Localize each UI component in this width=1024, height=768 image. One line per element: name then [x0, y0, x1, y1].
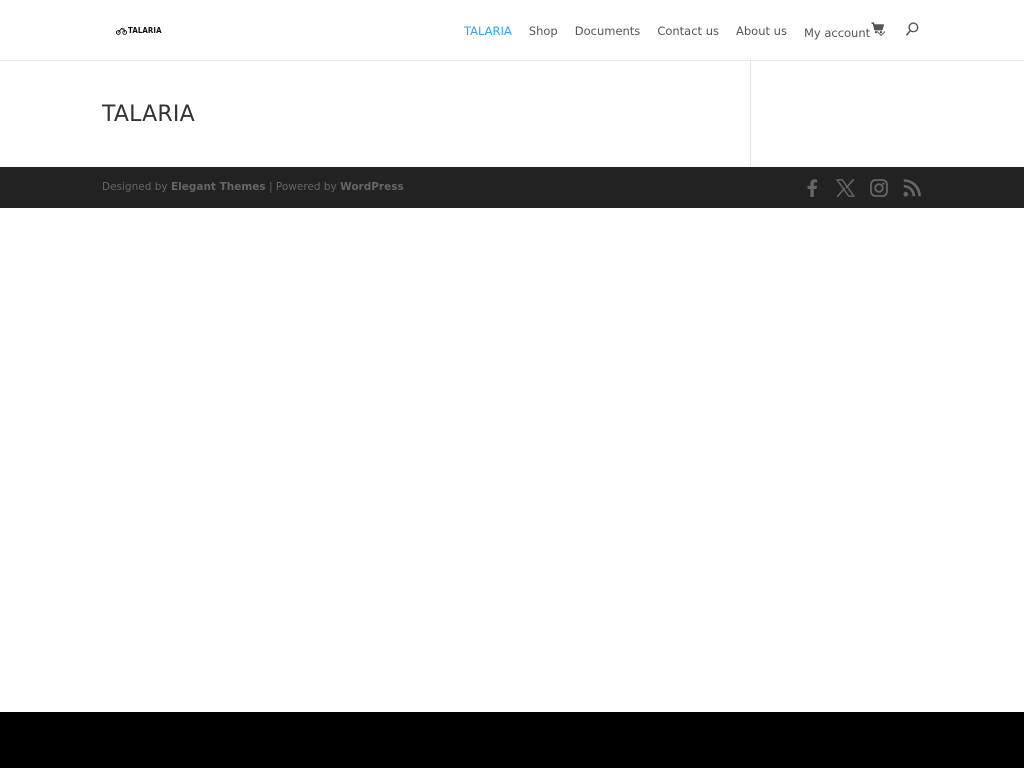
logo-text: TALARIA: [128, 26, 162, 36]
page-title: TALARIA: [102, 102, 195, 127]
nav-item-my-account-label: My account: [803, 25, 871, 40]
search-icon[interactable]: [906, 22, 919, 36]
powered-by-text: Powered by: [275, 181, 337, 193]
nav-item-documents[interactable]: Documents: [575, 24, 641, 38]
nav-item-shop[interactable]: Shop: [529, 24, 558, 38]
bottom-black-bar: [0, 712, 1024, 768]
site-logo[interactable]: TALARIA: [116, 24, 162, 38]
rss-icon[interactable]: [903, 179, 921, 197]
footer-credits: Designed by Elegant Themes | Powered by …: [102, 181, 404, 193]
elegant-themes-link[interactable]: Elegant Themes: [171, 181, 266, 193]
cart-icon[interactable]: [871, 22, 884, 34]
footer-bottom-bar: Designed by Elegant Themes | Powered by …: [0, 167, 1024, 208]
nav-item-contact-us[interactable]: Contact us: [657, 24, 719, 38]
instagram-icon[interactable]: [870, 179, 888, 197]
designed-by-text: Designed by: [102, 181, 168, 193]
main-content: TALARIA: [0, 60, 1024, 167]
sidebar-divider: [750, 60, 751, 167]
nav-item-about-us[interactable]: About us: [736, 24, 787, 38]
page: TALARIA TALARIA Shop Documents Contact u…: [0, 0, 1024, 768]
logo-motorbike-icon: [116, 27, 127, 35]
main-nav: TALARIA Shop Documents Contact us About …: [464, 23, 886, 40]
footer-separator: |: [269, 181, 273, 193]
x-icon[interactable]: [836, 179, 855, 197]
site-header: TALARIA TALARIA Shop Documents Contact u…: [0, 0, 1024, 60]
wordpress-link[interactable]: WordPress: [340, 181, 404, 193]
blank-area: [0, 208, 1024, 712]
nav-item-talaria[interactable]: TALARIA: [464, 24, 512, 38]
facebook-icon[interactable]: [806, 179, 818, 197]
